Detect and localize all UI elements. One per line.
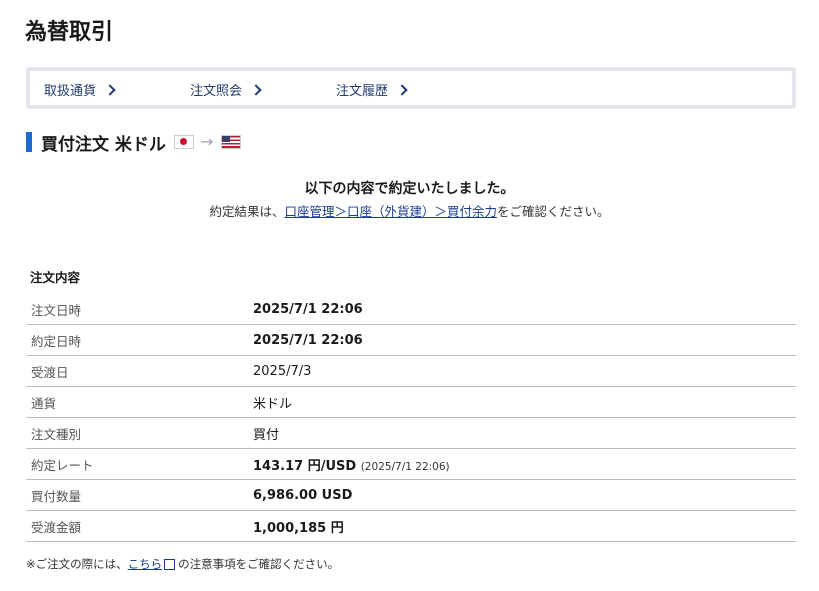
confirmation-main-text: 以下の内容で約定いたしました。: [304, 181, 515, 197]
row-value-currency: 米ドル: [253, 386, 796, 418]
confirmation-message: 以下の内容で約定いたしました。 約定結果は、口座管理＞口座（外貨建）＞買付余力を…: [0, 178, 819, 220]
row-label-purchase-quantity: 買付数量: [26, 479, 253, 511]
section-title: 買付注文 米ドル: [41, 134, 166, 155]
external-link-icon[interactable]: [164, 558, 176, 570]
table-row: 注文種別 買付: [26, 417, 796, 449]
section-accent-bar: [26, 132, 32, 152]
nav-link-order-history[interactable]: 注文履歴: [336, 80, 408, 99]
nav-link-label: 取扱通貨: [44, 84, 97, 99]
nav-link-order-inquiry[interactable]: 注文照会: [190, 80, 262, 99]
buying-power-link[interactable]: 口座管理＞口座（外貨建）＞買付余力: [284, 204, 497, 219]
row-value-order-type: 買付: [253, 417, 796, 449]
nav-link-currencies[interactable]: 取扱通貨: [44, 80, 116, 99]
row-label-execution-datetime: 約定日時: [26, 324, 253, 356]
chevron-right-icon: [104, 84, 116, 96]
confirmation-sub-prefix: 約定結果は、: [209, 204, 285, 219]
nav-link-label: 注文照会: [190, 84, 243, 99]
row-label-currency: 通貨: [26, 386, 253, 418]
order-details-table: 注文日時 2025/7/1 22:06 約定日時 2025/7/1 22:06 …: [26, 294, 796, 542]
nav-link-label: 注文履歴: [336, 84, 389, 99]
order-details-heading: 注文内容: [30, 270, 81, 285]
footer-note: ※ご注文の際には、 こちら の注意事項をご確認ください。: [26, 556, 339, 572]
table-row: 受渡金額 1,000,185 円: [26, 510, 796, 542]
execution-rate-value: 143.17 円/USD: [253, 458, 357, 474]
row-label-order-type: 注文種別: [26, 417, 253, 449]
row-value-order-datetime: 2025/7/1 22:06: [253, 294, 796, 325]
row-value-purchase-quantity: 6,986.00 USD: [253, 479, 796, 511]
sub-navigation: 取扱通貨 注文照会 注文履歴: [26, 67, 796, 109]
execution-rate-timestamp: (2025/7/1 22:06): [360, 460, 450, 473]
note-prefix: ※ご注文の際には、: [26, 557, 128, 571]
table-row: 約定レート 143.17 円/USD (2025/7/1 22:06): [26, 448, 796, 480]
row-value-settlement-amount: 1,000,185 円: [253, 510, 796, 542]
row-value-settlement-date: 2025/7/3: [253, 355, 796, 387]
confirmation-sub-suffix: をご確認ください。: [497, 204, 610, 219]
row-label-settlement-date: 受渡日: [26, 355, 253, 387]
row-value-execution-datetime: 2025/7/1 22:06: [253, 324, 796, 356]
table-row: 注文日時 2025/7/1 22:06: [26, 294, 796, 325]
table-row: 約定日時 2025/7/1 22:06: [26, 324, 796, 356]
row-label-settlement-amount: 受渡金額: [26, 510, 253, 542]
note-suffix: の注意事項をご確認ください。: [178, 557, 340, 571]
us-flag-icon: [221, 135, 242, 149]
chevron-right-icon: [250, 84, 262, 96]
section-header: 買付注文 米ドル →: [26, 131, 242, 155]
jp-flag-icon: [173, 135, 194, 149]
arrow-right-icon: →: [199, 132, 214, 151]
table-row: 通貨 米ドル: [26, 386, 796, 418]
row-value-execution-rate: 143.17 円/USD (2025/7/1 22:06): [253, 448, 796, 480]
chevron-right-icon: [396, 84, 408, 96]
page-title: 為替取引: [25, 20, 114, 45]
row-label-execution-rate: 約定レート: [26, 448, 253, 480]
notice-link[interactable]: こちら: [128, 556, 163, 572]
table-row: 買付数量 6,986.00 USD: [26, 479, 796, 511]
confirmation-sub-text: 約定結果は、口座管理＞口座（外貨建）＞買付余力をご確認ください。: [0, 201, 819, 220]
row-label-order-datetime: 注文日時: [26, 294, 253, 325]
table-row: 受渡日 2025/7/3: [26, 355, 796, 387]
